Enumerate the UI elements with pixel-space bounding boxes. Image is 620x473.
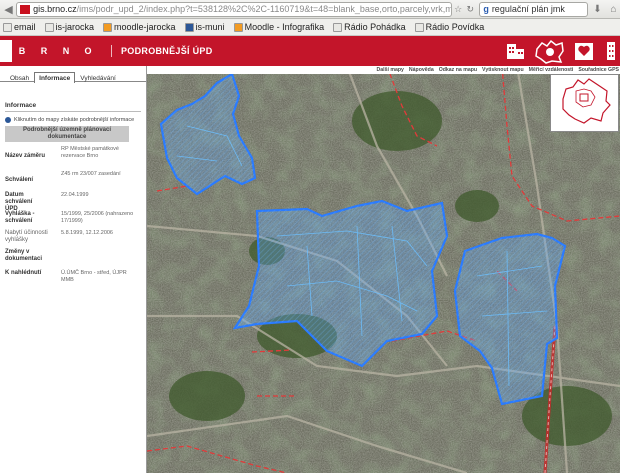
map-tool-other-maps[interactable]: Další mapy [377, 67, 404, 73]
table-row: Schválení Z45 rm 23/007 zasedání [5, 171, 146, 189]
row-key: K nahlédnutí [5, 270, 42, 276]
table-row: Změny v dokumentaci [5, 249, 146, 267]
bookmark-item[interactable]: Rádio Pohádka [333, 22, 406, 32]
header-icons [498, 36, 620, 66]
map-tool-help[interactable]: Nápověda [409, 67, 434, 73]
bookmark-label: email [14, 22, 36, 32]
page-icon [44, 22, 54, 32]
moodle-icon [233, 22, 243, 32]
bookmark-item[interactable]: is-muni [184, 22, 225, 32]
home-icon[interactable]: ⌂ [607, 2, 620, 16]
row-key: Schválení [5, 177, 34, 183]
buildings-icon[interactable] [504, 39, 528, 63]
overview-map[interactable] [550, 74, 619, 132]
bookmark-label: is-muni [195, 22, 225, 32]
site-header: B R N O PODROBNĚJŠÍ ÚPD [0, 36, 620, 66]
bookmark-label: Rádio Povídka [425, 22, 485, 32]
search-box[interactable]: g regulační plán jmk [479, 1, 588, 17]
row-key: Změny v dokumentaci [5, 249, 43, 262]
row-key: Název záměru [5, 153, 46, 159]
tab-vyhledavani[interactable]: Vyhledávání [75, 72, 121, 82]
logo-mark [0, 40, 12, 62]
bookmarks-bar: email is-jarocka moodle-jarocka is-muni Mood… [0, 19, 620, 36]
url-host: gis.brno.cz [33, 4, 77, 14]
row-value: 15/1999, 25/2006 (nahrazeno 17/1999) [61, 211, 134, 224]
browser-toolbar: ◀ gis.brno.cz/ims/podr_upd_2/index.php?t… [0, 0, 620, 19]
tab-obsah[interactable]: Obsah [5, 72, 34, 82]
logo-letter: B [18, 46, 26, 56]
bookmark-item[interactable]: moodle-jarocka [103, 22, 176, 32]
map-tool-gps[interactable]: Souřadnice GPS [578, 67, 619, 73]
row-value: Z45 rm 23/007 zasedání [61, 171, 121, 177]
site-favicon [20, 4, 31, 14]
page-icon [3, 22, 12, 32]
row-value: RP Městské památkové rezervace Brno [61, 146, 119, 159]
info-panel: Obsah Informace Vyhledávání Informace Kl… [0, 66, 147, 473]
section-divider [5, 111, 141, 112]
app-title: PODROBNĚJŠÍ ÚPD [121, 46, 213, 56]
logo-letter: R [40, 46, 48, 56]
row-key: Datum schválení ÚPD [5, 192, 33, 212]
row-key: Nabytí účinnosti vyhlášky [5, 230, 48, 243]
search-engine-icon: g [483, 4, 489, 14]
row-value: 5.8.1999, 12.12.2006 [61, 230, 113, 236]
bookmark-label: moodle-jarocka [114, 22, 176, 32]
bookmark-label: Moodle - Infografika [244, 22, 325, 32]
map-tool-measure[interactable]: Měřicí vzdálenosti [529, 67, 574, 73]
section-title: Informace [5, 102, 37, 109]
tower-icon[interactable] [602, 39, 620, 63]
tab-informace[interactable]: Informace [34, 72, 76, 83]
map-tool-print[interactable]: Vytisknout mapu [482, 67, 524, 73]
logo-letter: N [62, 46, 70, 56]
search-text: regulační plán jmk [491, 4, 565, 14]
reload-icon[interactable]: ↻ [464, 3, 476, 16]
bookmark-star-icon[interactable]: ☆ [452, 3, 464, 16]
panel-tabs: Obsah Informace Vyhledávání [0, 66, 146, 83]
table-title: Podrobnější územně plánovací dokumentace [5, 126, 129, 142]
row-value: 22.04.1999 [61, 192, 89, 198]
row-value: Ú.ÚMČ Brno - střed, ÚJPR MMB [61, 270, 127, 283]
bookmark-item[interactable]: email [3, 22, 36, 32]
muni-icon [184, 22, 194, 32]
url-path: /ims/podr_upd_2/index.php?t=538128%2C%2C… [76, 4, 453, 14]
info-hint: Kliknutím do mapy získáte podrobnější in… [5, 117, 146, 123]
back-icon[interactable]: ◀ [2, 2, 15, 16]
bookmark-label: is-jarocka [55, 22, 95, 32]
bookmark-item[interactable]: Rádio Povídka [414, 22, 485, 32]
table-row: Datum schválení ÚPD 22.04.1999 [5, 192, 146, 212]
map-toolbar: Další mapy Nápověda Odkaz na mapu Vytisk… [147, 66, 620, 74]
bookmark-item[interactable]: is-jarocka [44, 22, 95, 32]
logo-letter: O [84, 46, 92, 56]
moodle-icon [103, 22, 113, 32]
brno-logo[interactable]: B R N O [0, 40, 92, 62]
table-row: Nabytí účinnosti vyhlášky 5.8.1999, 12.1… [5, 230, 146, 246]
table-row: Vyhláška - schválení 15/1999, 25/2006 (n… [5, 211, 146, 227]
info-icon [5, 117, 11, 123]
info-table: Název záměru RP Městské památkové rezerv… [5, 146, 146, 286]
address-bar[interactable]: gis.brno.cz/ims/podr_upd_2/index.php?t=5… [16, 1, 453, 17]
bookmark-label: Rádio Pohádka [344, 22, 406, 32]
page-icon [414, 22, 424, 32]
table-row: K nahlédnutí Ú.ÚMČ Brno - střed, ÚJPR MM… [5, 270, 146, 286]
bookmark-item[interactable]: Moodle - Infografika [233, 22, 325, 32]
download-icon[interactable]: ⬇ [591, 2, 604, 16]
header-divider [111, 45, 112, 57]
heart-map-icon[interactable] [572, 39, 596, 63]
info-hint-text: Kliknutím do mapy získáte podrobnější in… [14, 117, 135, 123]
page-icon [333, 22, 343, 32]
table-row: Název záměru RP Městské památkové rezerv… [5, 146, 146, 168]
map-tool-link[interactable]: Odkaz na mapu [439, 67, 477, 73]
city-map-icon[interactable] [534, 39, 566, 64]
row-value [61, 249, 137, 267]
row-key: Vyhláška - schválení [5, 211, 35, 224]
